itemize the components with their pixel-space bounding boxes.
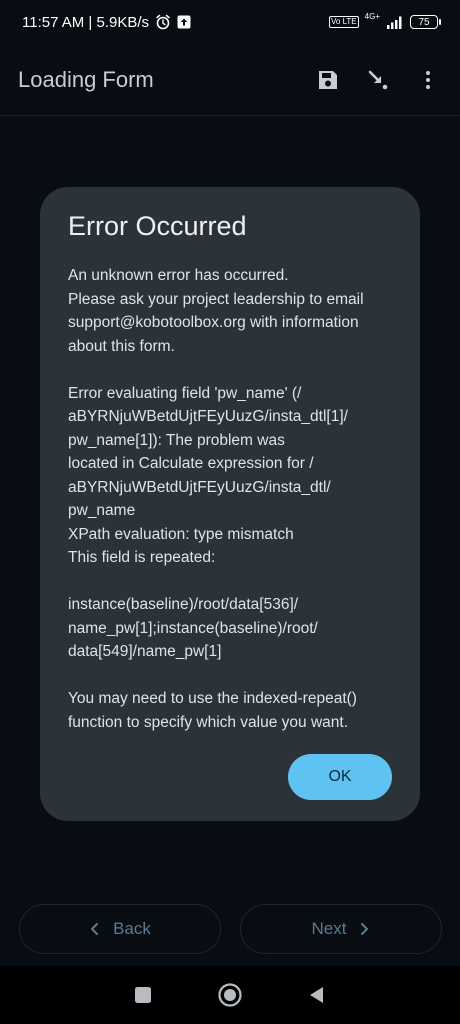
error-dialog: Error Occurred An unknown error has occu… [40, 187, 420, 821]
save-icon [319, 70, 337, 89]
system-nav-bar [0, 966, 460, 1024]
app-bar: Loading Form [0, 44, 460, 116]
go-to-icon [368, 70, 388, 89]
more-options-button[interactable] [414, 66, 442, 94]
status-left: 11:57 AM | 5.9KB/s [22, 14, 191, 31]
more-vert-icon [426, 70, 430, 89]
save-button[interactable] [314, 66, 342, 94]
network-type: 4G+ [364, 12, 380, 21]
dialog-message: An unknown error has occurred. Please as… [68, 267, 364, 731]
status-bar: 11:57 AM | 5.9KB/s Vo LTE 4G+ 75 [0, 0, 460, 44]
home-button[interactable] [216, 981, 244, 1009]
back-button[interactable]: Back [19, 904, 221, 954]
next-button[interactable]: Next [240, 904, 442, 954]
alarm-icon [155, 14, 171, 30]
recents-square-icon [135, 987, 152, 1003]
next-label: Next [311, 919, 347, 938]
home-circle-icon [218, 983, 242, 1007]
go-to-button[interactable] [364, 66, 392, 94]
chevron-right-icon [361, 923, 369, 935]
status-time-speed: 11:57 AM | 5.9KB/s [22, 13, 150, 31]
upload-icon [177, 15, 191, 29]
dialog-title: Error Occurred [68, 211, 247, 241]
recents-button[interactable] [129, 981, 157, 1009]
app-actions [314, 66, 442, 94]
status-right: Vo LTE 4G+ 75 [329, 12, 441, 29]
back-triangle-icon [309, 987, 323, 1003]
ok-button[interactable]: OK [288, 754, 392, 800]
system-back-button[interactable] [303, 981, 331, 1009]
back-label: Back [113, 919, 151, 938]
chevron-left-icon [91, 923, 99, 935]
page-title: Loading Form [18, 66, 154, 92]
signal-icon [386, 15, 404, 29]
volte-badge: Vo LTE [329, 16, 359, 28]
battery-indicator: 75 [410, 15, 441, 29]
